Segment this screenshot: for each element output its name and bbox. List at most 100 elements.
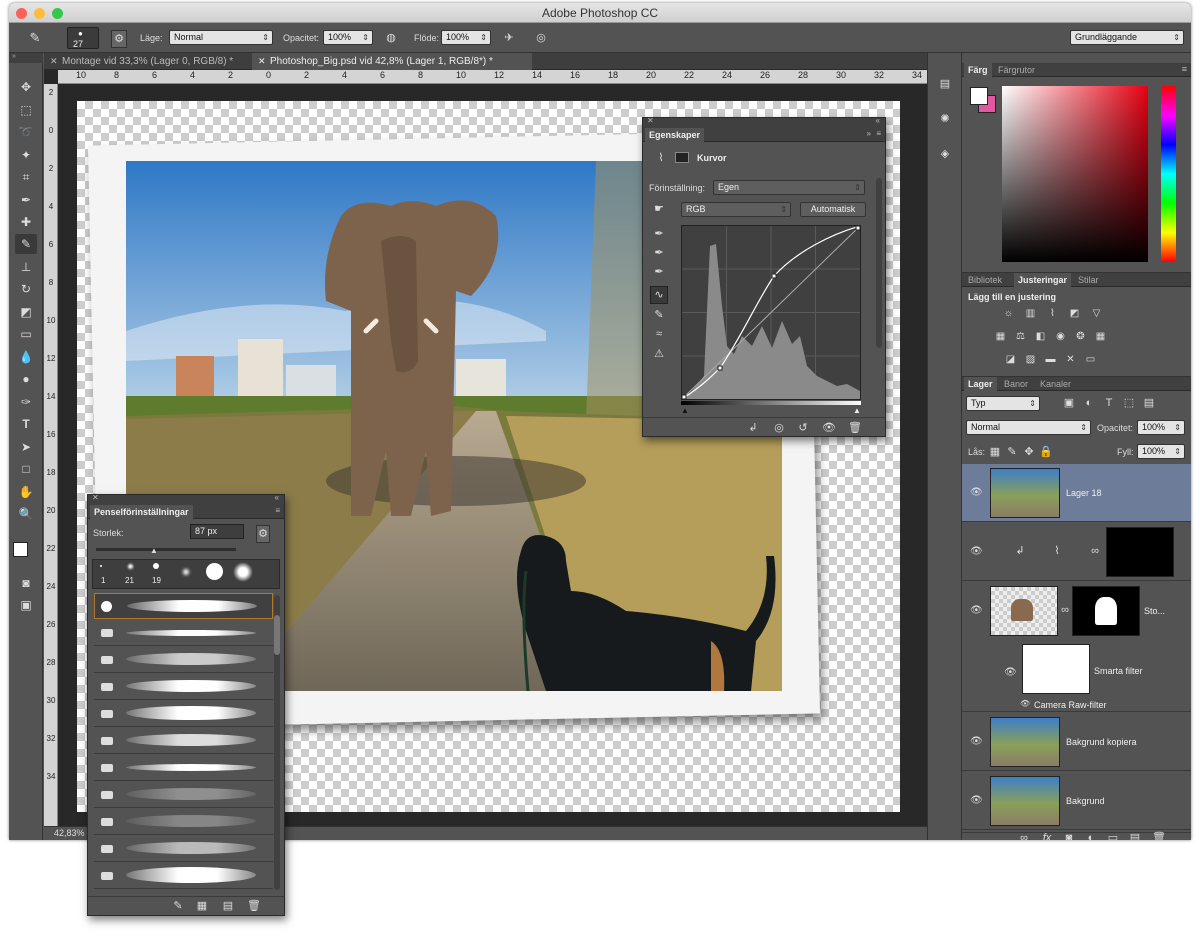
hand-tool-icon[interactable]: ✋ — [15, 482, 37, 502]
magic-wand-tool-icon[interactable]: ✦ — [15, 145, 37, 165]
new-group-icon[interactable]: ▭ — [1106, 830, 1120, 840]
collapse-panel-icon[interactable]: « — [275, 493, 279, 502]
selective-color-icon[interactable]: ✕ — [1064, 354, 1077, 365]
new-layer-icon[interactable]: ▤ — [1128, 830, 1142, 840]
workspace-select[interactable]: Grundläggande — [1070, 30, 1184, 45]
black-white-icon[interactable]: ◧ — [1034, 331, 1047, 342]
visibility-eye-icon[interactable]: 👁 — [970, 546, 983, 557]
exposure-icon[interactable]: ◩ — [1068, 308, 1081, 319]
list-item[interactable] — [94, 809, 273, 835]
tab-photoshop-big[interactable]: ✕ Photoshop_Big.psd vid 42,8% (Lager 1, … — [252, 53, 532, 70]
filter-adjust-icon[interactable]: ◐ — [1082, 395, 1096, 411]
panel-menu-icon[interactable]: ≡ — [876, 129, 881, 138]
list-item[interactable] — [94, 593, 273, 619]
pen-tool-icon[interactable]: ✑ — [15, 392, 37, 412]
filter-smart-icon[interactable]: ▤ — [1142, 395, 1156, 411]
list-item[interactable] — [94, 863, 273, 889]
healing-brush-tool-icon[interactable]: ✚ — [15, 212, 37, 232]
close-tab-icon[interactable]: ✕ — [258, 53, 266, 70]
preset-select[interactable]: Egen — [713, 180, 865, 195]
tab-farg[interactable]: Färg — [964, 63, 992, 77]
new-adjustment-icon[interactable]: ◐ — [1084, 830, 1098, 840]
screen-mode-icon[interactable]: ▣ — [15, 595, 37, 615]
white-slider-handle[interactable]: ▲ — [853, 406, 861, 415]
panel-titlebar[interactable]: ✕ « — [88, 493, 284, 505]
list-item[interactable] — [94, 782, 273, 808]
visibility-eye-icon[interactable]: 👁 — [970, 605, 983, 616]
move-tool-icon[interactable]: ✥ — [15, 77, 37, 97]
eyedropper-tool-icon[interactable]: ✒ — [15, 190, 37, 210]
layer-blend-select[interactable]: Normal — [966, 420, 1091, 435]
layer-filter-select[interactable]: Typ — [966, 396, 1040, 411]
pressure-opacity-icon[interactable]: ◍ — [382, 30, 400, 46]
opacity-input[interactable]: 100% — [323, 30, 373, 45]
mask-toggle-icon[interactable] — [675, 152, 689, 163]
vertical-ruler[interactable]: 2 0 2 4 6 8 10 12 14 16 18 20 22 24 26 28 30 32 34 — [44, 84, 58, 840]
zoom-window-button[interactable] — [52, 8, 63, 19]
gradient-tool-icon[interactable]: ▭ — [15, 324, 37, 344]
blend-mode-select[interactable]: Normal — [169, 30, 273, 45]
toggle-visibility-icon[interactable]: 👁 — [821, 420, 837, 436]
brush-tool-icon[interactable]: ✎ — [15, 234, 37, 254]
close-panel-icon[interactable]: ✕ — [92, 493, 99, 502]
brush-list-scrollbar[interactable] — [274, 595, 280, 890]
layer-row[interactable]: 👁 ↲ ⌇ ∞ — [962, 523, 1191, 581]
brush-tip-soft-large[interactable] — [233, 562, 253, 582]
photo-filter-icon[interactable]: ◉ — [1054, 331, 1067, 342]
tab-penselforinstallningar[interactable]: Penselförinställningar — [90, 505, 193, 519]
brush-preset-picker[interactable]: ● 27 — [67, 27, 99, 49]
tab-kanaler[interactable]: Kanaler — [1036, 377, 1075, 391]
stamp-tool-icon[interactable]: ⊥ — [15, 257, 37, 277]
color-lookup-icon[interactable]: ▦ — [1094, 331, 1107, 342]
blur-tool-icon[interactable]: 💧 — [15, 347, 37, 367]
history-brush-tool-icon[interactable]: ↻ — [15, 279, 37, 299]
layer-opacity-input[interactable]: 100% — [1137, 420, 1185, 435]
visibility-eye-icon[interactable]: 👁 — [970, 736, 983, 747]
channel-select[interactable]: RGB — [681, 202, 791, 217]
color-fg-swatch[interactable] — [970, 87, 988, 105]
black-slider-handle[interactable]: ▲ — [681, 406, 689, 415]
fx-icon[interactable]: fx — [1040, 830, 1054, 840]
expand-icon[interactable]: » — [867, 129, 871, 138]
brush-panel-icon[interactable]: ▦ — [194, 898, 210, 914]
brightness-icon[interactable]: ☼ — [1002, 308, 1015, 319]
crop-tool-icon[interactable]: ⌗ — [15, 167, 37, 187]
color-field[interactable] — [1002, 86, 1148, 262]
visibility-eye-icon[interactable]: 👁 — [1020, 699, 1030, 708]
tab-fargrutor[interactable]: Färgrutor — [994, 63, 1039, 77]
collapse-panel-icon[interactable]: « — [876, 116, 880, 125]
scroll-thumb[interactable] — [274, 615, 280, 655]
layer-row[interactable]: 👁 Lager 18 — [962, 464, 1191, 522]
clipping-warning-icon[interactable]: ⚠ — [651, 346, 667, 362]
minimize-window-button[interactable] — [34, 8, 45, 19]
toggle-projection-icon[interactable]: ✎ — [170, 898, 186, 914]
airbrush-icon[interactable]: ✈ — [500, 30, 518, 46]
filter-pixel-icon[interactable]: ▣ — [1062, 395, 1076, 411]
black-point-eyedropper-icon[interactable]: ✒ — [651, 226, 667, 242]
size-slider-handle[interactable]: ▲ — [150, 546, 158, 555]
gray-point-eyedropper-icon[interactable]: ✒ — [651, 245, 667, 261]
lock-transparency-icon[interactable]: ▦ — [988, 444, 1002, 460]
brush-tip-19[interactable] — [153, 563, 159, 569]
posterize-icon[interactable]: ▨ — [1024, 354, 1037, 365]
filter-shape-icon[interactable]: ⬚ — [1122, 395, 1136, 411]
tab-justeringar[interactable]: Justeringar — [1014, 273, 1072, 287]
pressure-size-icon[interactable]: ◎ — [532, 30, 550, 46]
tab-montage[interactable]: ✕ Montage vid 33,3% (Lager 0, RGB/8) * — [44, 53, 249, 70]
zoom-tool-icon[interactable]: 🔍 — [15, 504, 37, 524]
collapse-tools-icon[interactable]: » — [9, 53, 43, 63]
draw-curve-icon[interactable]: ✎ — [651, 307, 667, 323]
brush-tool-icon[interactable]: ✎ — [25, 30, 45, 46]
lock-all-icon[interactable]: 🔒 — [1039, 444, 1053, 460]
color-balance-icon[interactable]: ⚖ — [1014, 331, 1027, 342]
flow-input[interactable]: 100% — [441, 30, 491, 45]
white-point-eyedropper-icon[interactable]: ✒ — [651, 264, 667, 280]
layer-row[interactable]: 👁 ∞ Sto... 👁 Smarta filter 👁 Camera Raw-… — [962, 582, 1191, 712]
curves-graph[interactable] — [681, 225, 861, 400]
history-panel-icon[interactable]: ▤ — [935, 76, 955, 92]
lock-pixels-icon[interactable]: ✎ — [1005, 444, 1019, 460]
channel-mixer-icon[interactable]: ❂ — [1074, 331, 1087, 342]
panel-menu-icon[interactable]: ≡ — [275, 506, 280, 515]
panel-menu-icon[interactable]: ≡ — [1182, 64, 1187, 74]
list-item[interactable] — [94, 755, 273, 781]
